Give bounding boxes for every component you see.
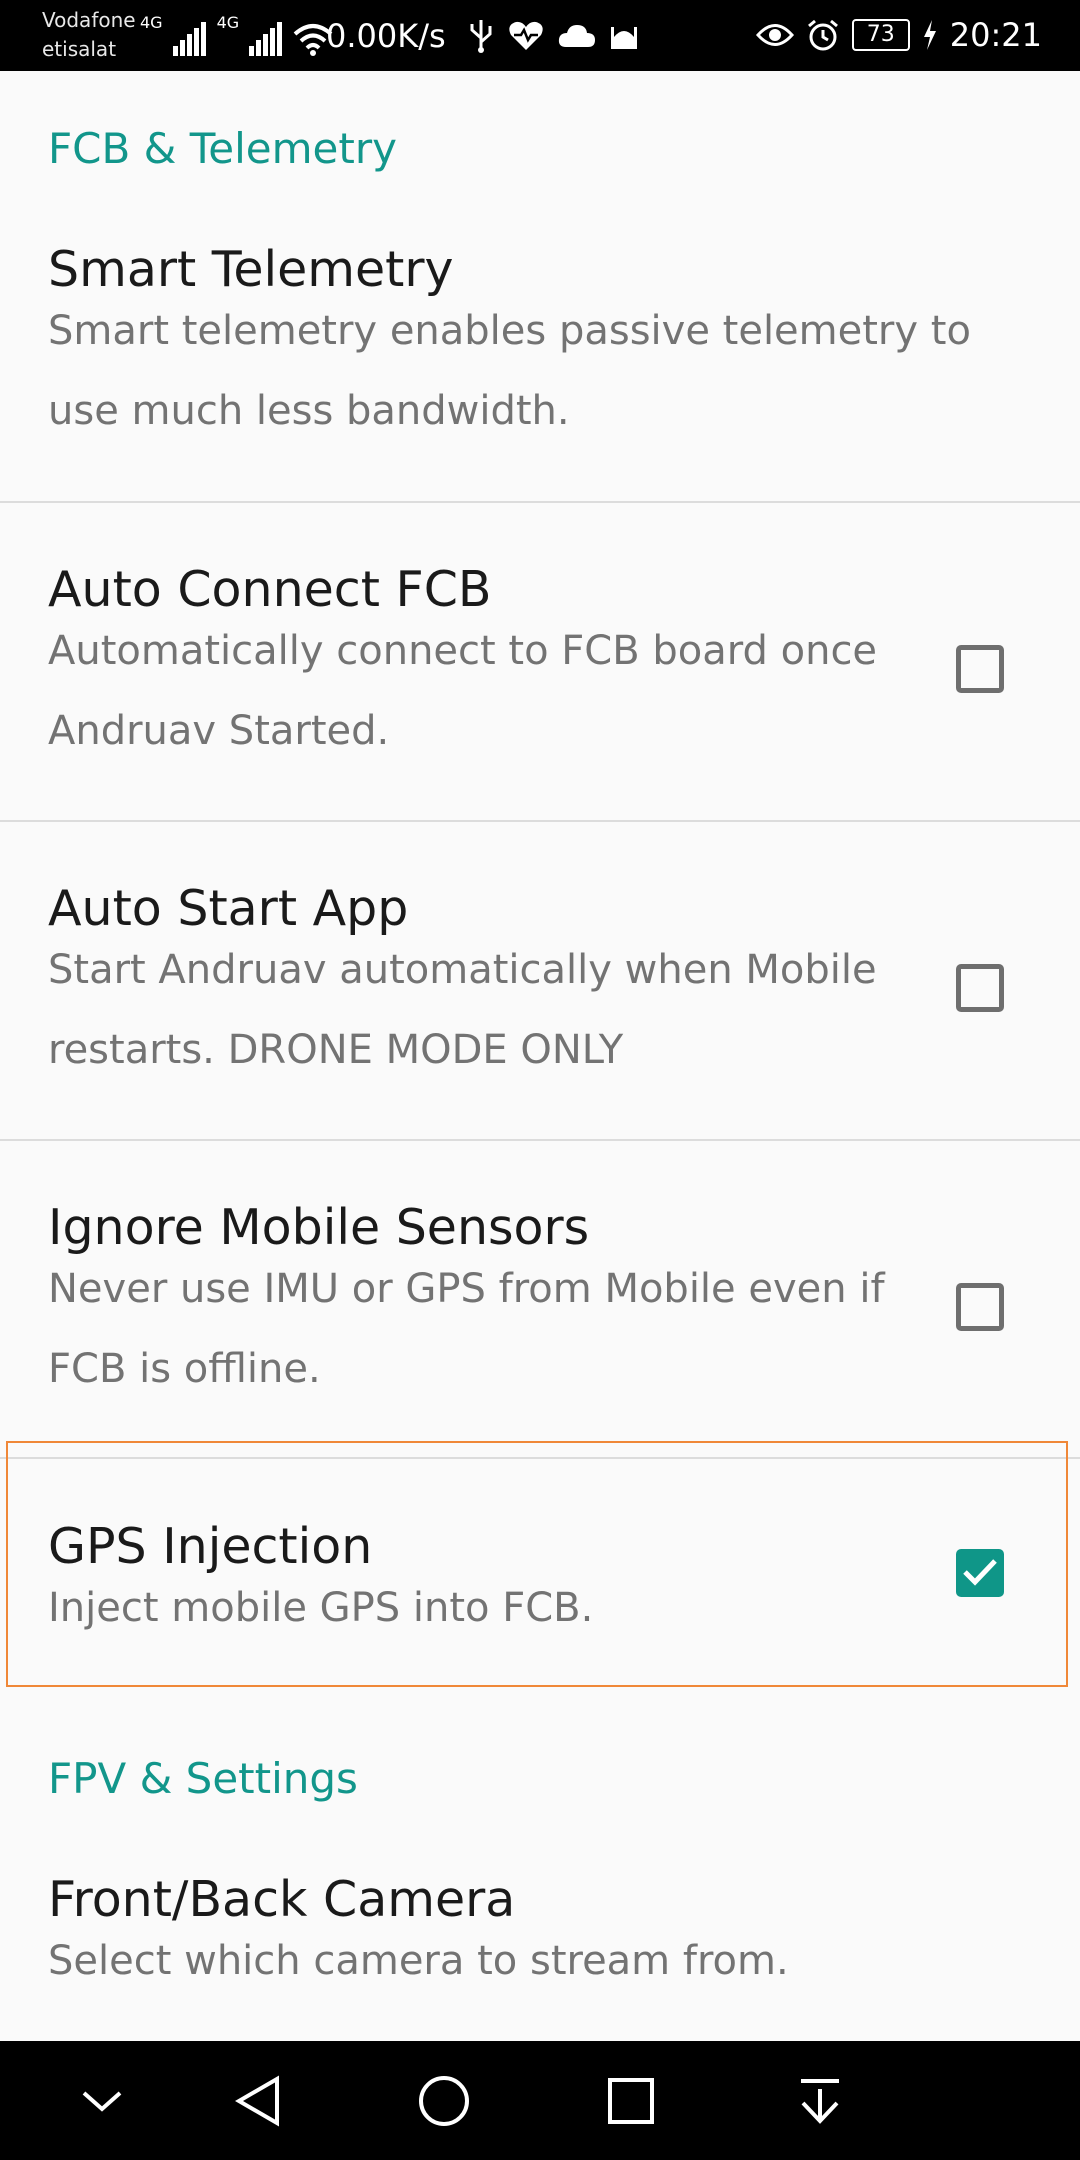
network-speed: 0.00K/s bbox=[326, 17, 446, 55]
pref-summary: Automatically connect to FCB board once … bbox=[48, 628, 878, 754]
eye-icon bbox=[755, 24, 794, 46]
notification-pull-button[interactable] bbox=[784, 2065, 856, 2137]
pref-title: Ignore Mobile Sensors bbox=[48, 1199, 590, 1256]
hide-nav-button[interactable] bbox=[66, 2065, 138, 2137]
back-button[interactable] bbox=[222, 2065, 294, 2137]
pref-title: Front/Back Camera bbox=[48, 1871, 516, 1928]
carrier-names: Vodafone etisalat bbox=[42, 6, 136, 64]
pref-summary: Never use IMU or GPS from Mobile even if… bbox=[48, 1266, 885, 1392]
pull-down-icon bbox=[801, 2079, 839, 2124]
pref-summary: Select which camera to stream from. bbox=[48, 1938, 789, 1984]
home-button[interactable] bbox=[408, 2065, 480, 2137]
status-bar: Vodafone etisalat 4G 4G 0.00K/s 73 20:21 bbox=[0, 0, 1080, 71]
status-right: 73 20:21 bbox=[755, 12, 1042, 58]
category-fpv-settings: FPV & Settings bbox=[48, 1754, 358, 1803]
alarm-icon bbox=[807, 19, 838, 51]
cloud-icon bbox=[558, 25, 595, 47]
divider bbox=[0, 820, 1080, 822]
divider bbox=[0, 1139, 1080, 1141]
clock: 20:21 bbox=[949, 16, 1042, 54]
settings-list[interactable]: FCB & Telemetry Smart Telemetry Smart te… bbox=[0, 71, 1080, 2041]
carrier-2: etisalat bbox=[42, 37, 117, 61]
carrier-1: Vodafone bbox=[42, 8, 136, 32]
category-fcb-telemetry: FCB & Telemetry bbox=[48, 124, 397, 173]
charging-icon bbox=[923, 20, 936, 50]
divider bbox=[0, 501, 1080, 503]
pref-auto-start-app[interactable]: Auto Start App Start Andruav automatical… bbox=[0, 880, 1080, 1130]
notification-icons bbox=[468, 16, 638, 56]
mosque-icon bbox=[611, 27, 637, 49]
navigation-bar bbox=[0, 2041, 1080, 2160]
network-type-1: 4G bbox=[140, 13, 163, 32]
signal-1-icon bbox=[172, 22, 206, 56]
pref-auto-connect-fcb[interactable]: Auto Connect FCB Automatically connect t… bbox=[0, 561, 1080, 811]
pref-front-back-camera[interactable]: Front/Back Camera Select which camera to… bbox=[0, 1871, 1080, 2031]
network-type-2: 4G bbox=[216, 13, 240, 32]
auto-start-app-checkbox[interactable] bbox=[956, 964, 1004, 1012]
ignore-mobile-sensors-checkbox[interactable] bbox=[956, 1283, 1004, 1331]
pref-smart-telemetry[interactable]: Smart Telemetry Smart telemetry enables … bbox=[0, 241, 1080, 501]
pref-title: Smart Telemetry bbox=[48, 241, 454, 298]
auto-connect-fcb-checkbox[interactable] bbox=[956, 645, 1004, 693]
pref-title: Auto Connect FCB bbox=[48, 561, 492, 618]
pref-title: Auto Start App bbox=[48, 880, 409, 937]
signal-2-icon bbox=[249, 22, 283, 56]
recents-button[interactable] bbox=[595, 2065, 667, 2137]
pref-summary: Smart telemetry enables passive telemetr… bbox=[48, 308, 971, 434]
signal-group: 4G 4G bbox=[140, 12, 333, 56]
home-circle-icon bbox=[419, 2076, 469, 2126]
usb-icon bbox=[470, 20, 492, 53]
pref-summary: Start Andruav automatically when Mobile … bbox=[48, 947, 877, 1073]
health-heart-icon bbox=[509, 21, 543, 50]
highlight-box bbox=[6, 1441, 1068, 1687]
chevron-down-icon bbox=[82, 2091, 122, 2112]
pref-ignore-mobile-sensors[interactable]: Ignore Mobile Sensors Never use IMU or G… bbox=[0, 1199, 1080, 1449]
battery-indicator: 73 bbox=[851, 19, 910, 51]
recents-square-icon bbox=[608, 2078, 654, 2124]
back-triangle-icon bbox=[235, 2075, 279, 2127]
